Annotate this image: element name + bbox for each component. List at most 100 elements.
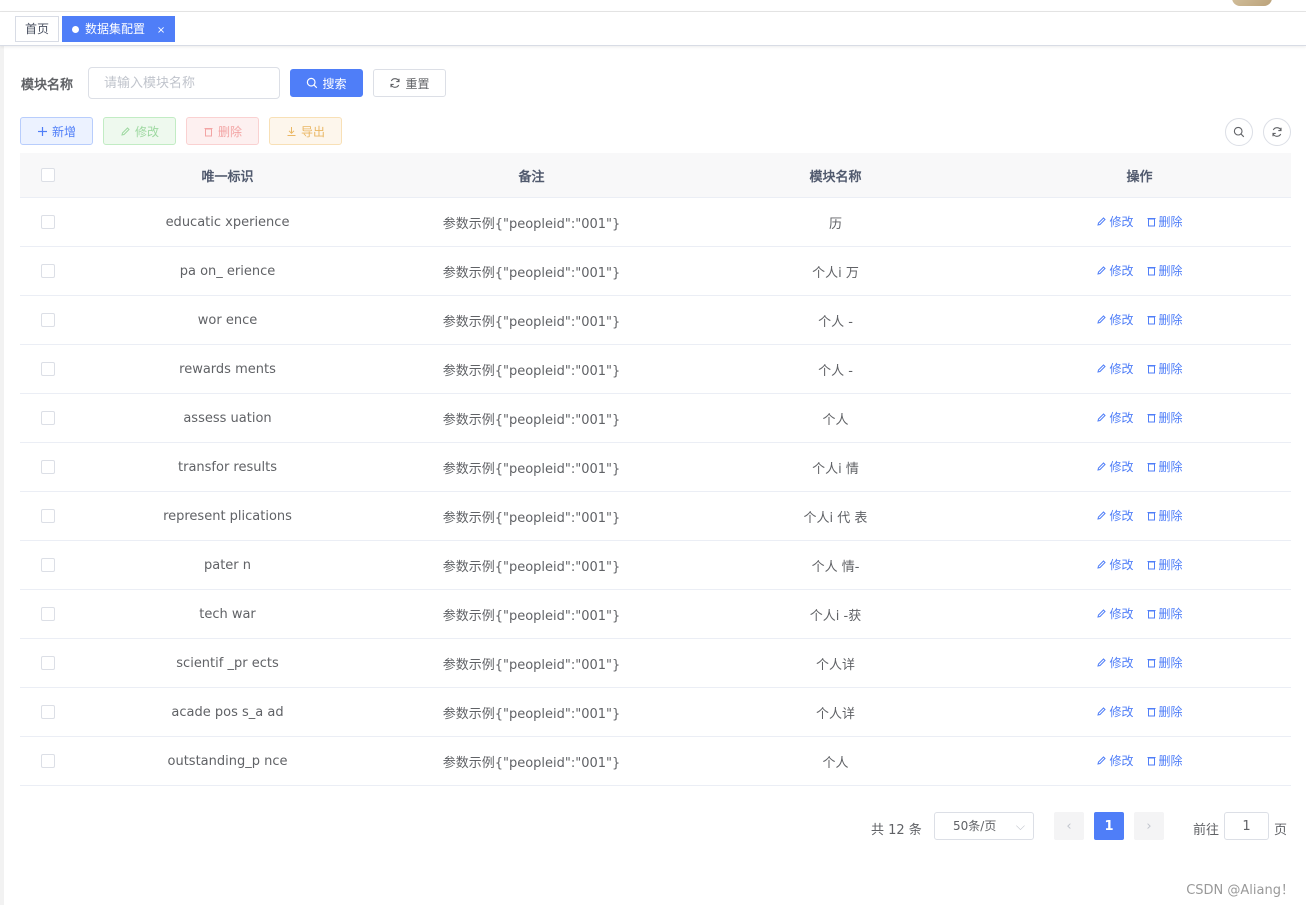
trash-icon <box>1147 610 1155 619</box>
pagination: 共 12 条 50条/页 ⌵ ‹ 1 › 前往 页 <box>0 812 1306 842</box>
row-edit-link[interactable]: 修改 <box>1096 703 1134 720</box>
row-select-cell <box>20 705 75 719</box>
search-icon <box>1233 126 1245 138</box>
trash-icon <box>1147 414 1155 423</box>
search-button[interactable]: 搜索 <box>290 69 363 97</box>
cell-remark: 参数示例{"peopleid":"001"} <box>442 755 621 771</box>
cell-unique-id: acade pos s_a ad <box>171 704 284 720</box>
row-checkbox[interactable] <box>40 313 55 327</box>
cell-unique-id: pater n <box>203 557 252 573</box>
export-button[interactable]: 导出 <box>269 117 342 145</box>
cell-remark: 参数示例{"peopleid":"001"} <box>442 412 621 428</box>
row-delete-link[interactable]: 删除 <box>1146 507 1183 524</box>
edit-icon <box>1097 413 1107 422</box>
cell-module-name: 历 <box>828 216 842 232</box>
row-edit-link[interactable]: 修改 <box>1096 605 1134 622</box>
module-name-input[interactable] <box>88 67 280 99</box>
row-delete-link[interactable]: 删除 <box>1146 605 1183 622</box>
row-edit-link[interactable]: 修改 <box>1096 213 1134 230</box>
row-delete-link[interactable]: 删除 <box>1146 311 1183 328</box>
refresh-icon <box>1272 127 1282 137</box>
row-edit-link[interactable]: 修改 <box>1096 654 1134 671</box>
reset-button[interactable]: 重置 <box>373 69 446 97</box>
row-edit-link[interactable]: 修改 <box>1096 409 1134 426</box>
select-all-checkbox[interactable] <box>40 168 55 182</box>
close-icon[interactable]: × <box>157 25 165 36</box>
cell-remark: 参数示例{"peopleid":"001"} <box>442 706 621 722</box>
cell-module-name: 个人i 代 表 <box>803 510 868 526</box>
row-checkbox[interactable] <box>40 558 55 572</box>
row-delete-link[interactable]: 删除 <box>1146 360 1183 377</box>
row-delete-link[interactable]: 删除 <box>1146 213 1183 230</box>
goto-page-input[interactable] <box>1224 812 1269 840</box>
row-checkbox[interactable] <box>40 215 55 229</box>
refresh-button[interactable] <box>1263 118 1291 146</box>
toggle-search-button[interactable] <box>1225 118 1253 146</box>
edit-button[interactable]: 修改 <box>103 117 176 145</box>
cell-unique-id: tech war <box>199 606 256 622</box>
user-avatar[interactable] <box>1232 0 1272 6</box>
row-select-cell <box>20 558 75 572</box>
row-select-cell <box>20 656 75 670</box>
delete-button[interactable]: 删除 <box>186 117 259 145</box>
row-edit-link[interactable]: 修改 <box>1096 458 1134 475</box>
row-checkbox[interactable] <box>40 362 55 376</box>
row-select-cell <box>20 313 75 327</box>
cell-unique-id: assess uation <box>183 410 272 426</box>
row-edit-label: 修改 <box>1109 705 1134 719</box>
table-row: tech war 参数示例{"peopleid":"001"} 个人i -获 修改 删除 <box>20 590 1291 639</box>
goto-label: 前往 <box>1193 823 1220 838</box>
row-checkbox[interactable] <box>40 607 55 621</box>
page-number[interactable]: 1 <box>1094 812 1124 840</box>
row-checkbox[interactable] <box>40 264 55 278</box>
row-select-cell <box>20 509 75 523</box>
row-delete-link[interactable]: 删除 <box>1146 262 1183 279</box>
cell-remark: 参数示例{"peopleid":"001"} <box>442 510 621 526</box>
row-delete-link[interactable]: 删除 <box>1146 752 1183 769</box>
cell-module-name: 个人 <box>822 412 849 428</box>
row-delete-label: 删除 <box>1158 460 1183 474</box>
tag-home[interactable]: 首页 <box>15 16 60 42</box>
row-checkbox[interactable] <box>40 460 55 474</box>
row-edit-link[interactable]: 修改 <box>1096 262 1134 279</box>
cell-unique-id: scientif _pr ects <box>176 655 279 671</box>
row-edit-link[interactable]: 修改 <box>1096 752 1134 769</box>
page-size-select[interactable]: 50条/页 ⌵ <box>934 812 1034 840</box>
row-edit-link[interactable]: 修改 <box>1096 556 1134 573</box>
module-name-label: 模块名称 <box>21 78 74 93</box>
row-checkbox[interactable] <box>40 411 55 425</box>
cell-module-name: 个人详 <box>815 706 855 722</box>
row-delete-link[interactable]: 删除 <box>1146 409 1183 426</box>
cell-actions: 修改 删除 <box>988 360 1291 378</box>
row-delete-link[interactable]: 删除 <box>1146 703 1183 720</box>
row-select-cell <box>20 754 75 768</box>
prev-page-button[interactable]: ‹ <box>1054 812 1084 840</box>
download-icon <box>287 126 296 136</box>
row-select-cell <box>20 607 75 621</box>
next-page-button[interactable]: › <box>1134 812 1164 840</box>
trash-icon <box>1147 218 1155 227</box>
add-button[interactable]: 新增 <box>20 117 93 145</box>
row-checkbox[interactable] <box>40 509 55 523</box>
cell-unique-id: rewards ments <box>179 361 276 377</box>
edit-label: 修改 <box>134 124 159 139</box>
row-edit-link[interactable]: 修改 <box>1096 360 1134 377</box>
row-delete-link[interactable]: 删除 <box>1146 556 1183 573</box>
cell-remark: 参数示例{"peopleid":"001"} <box>442 216 621 232</box>
cell-module-name: 个人i 情 <box>812 461 859 477</box>
trash-icon <box>1147 316 1155 325</box>
row-edit-link[interactable]: 修改 <box>1096 311 1134 328</box>
tag-dataset-config[interactable]: 数据集配置 × <box>62 16 176 42</box>
cell-actions: 修改 删除 <box>988 703 1291 721</box>
row-delete-link[interactable]: 删除 <box>1146 654 1183 671</box>
row-edit-link[interactable]: 修改 <box>1096 507 1134 524</box>
row-delete-link[interactable]: 删除 <box>1146 458 1183 475</box>
row-checkbox[interactable] <box>40 754 55 768</box>
tag-label: 数据集配置 <box>85 22 146 36</box>
table-row: scientif _pr ects 参数示例{"peopleid":"001"} 个… <box>20 639 1291 688</box>
row-checkbox[interactable] <box>40 705 55 719</box>
cell-actions: 修改 删除 <box>988 605 1291 623</box>
edit-icon <box>1097 756 1107 765</box>
total-count: 共 12 条 <box>871 823 922 838</box>
row-checkbox[interactable] <box>40 656 55 670</box>
